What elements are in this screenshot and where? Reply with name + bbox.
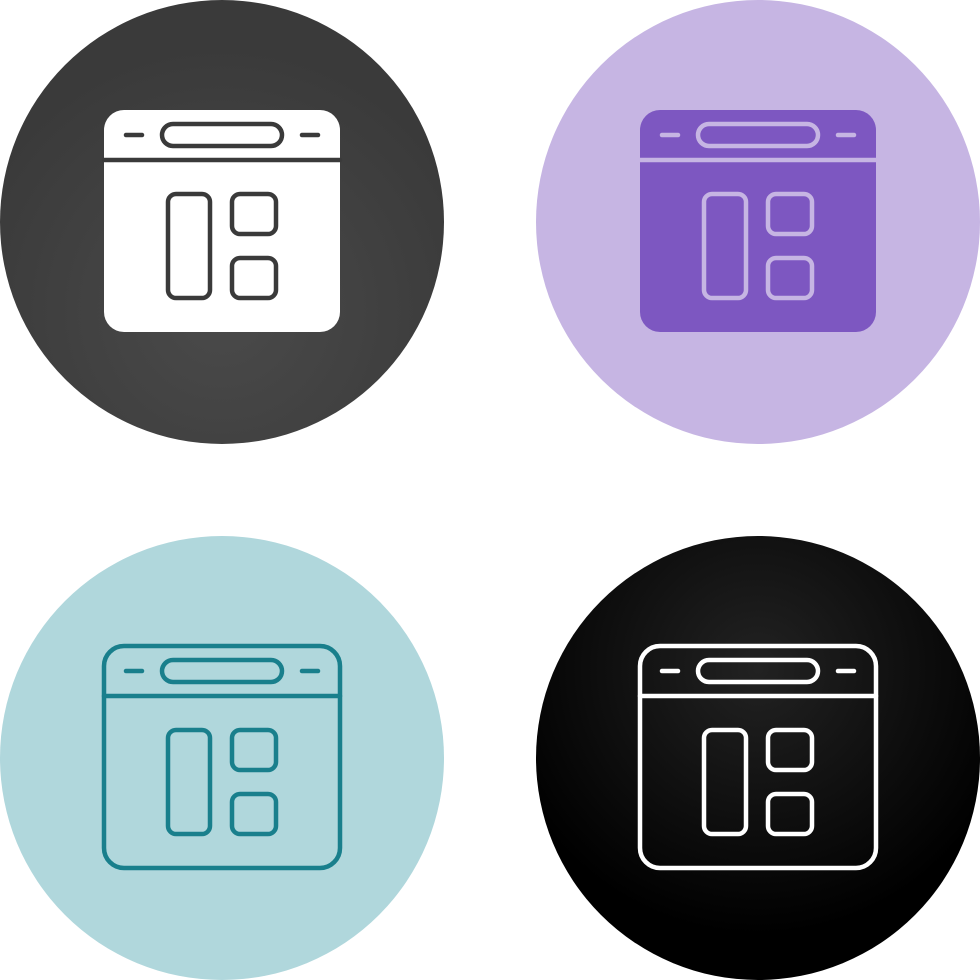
browser-layout-icon — [536, 0, 980, 444]
browser-layout-icon — [0, 536, 444, 980]
background-circle — [0, 536, 444, 980]
browser-layout-icon-teal — [0, 536, 444, 980]
background-circle — [536, 536, 980, 980]
browser-layout-icon-black — [536, 536, 980, 980]
browser-layout-icon — [0, 0, 444, 444]
icon-set — [0, 0, 980, 980]
browser-layout-icon-purple — [536, 0, 980, 444]
browser-layout-icon-dark — [0, 0, 444, 444]
window-frame — [104, 110, 340, 332]
browser-layout-icon — [536, 536, 980, 980]
window-frame — [640, 110, 876, 332]
